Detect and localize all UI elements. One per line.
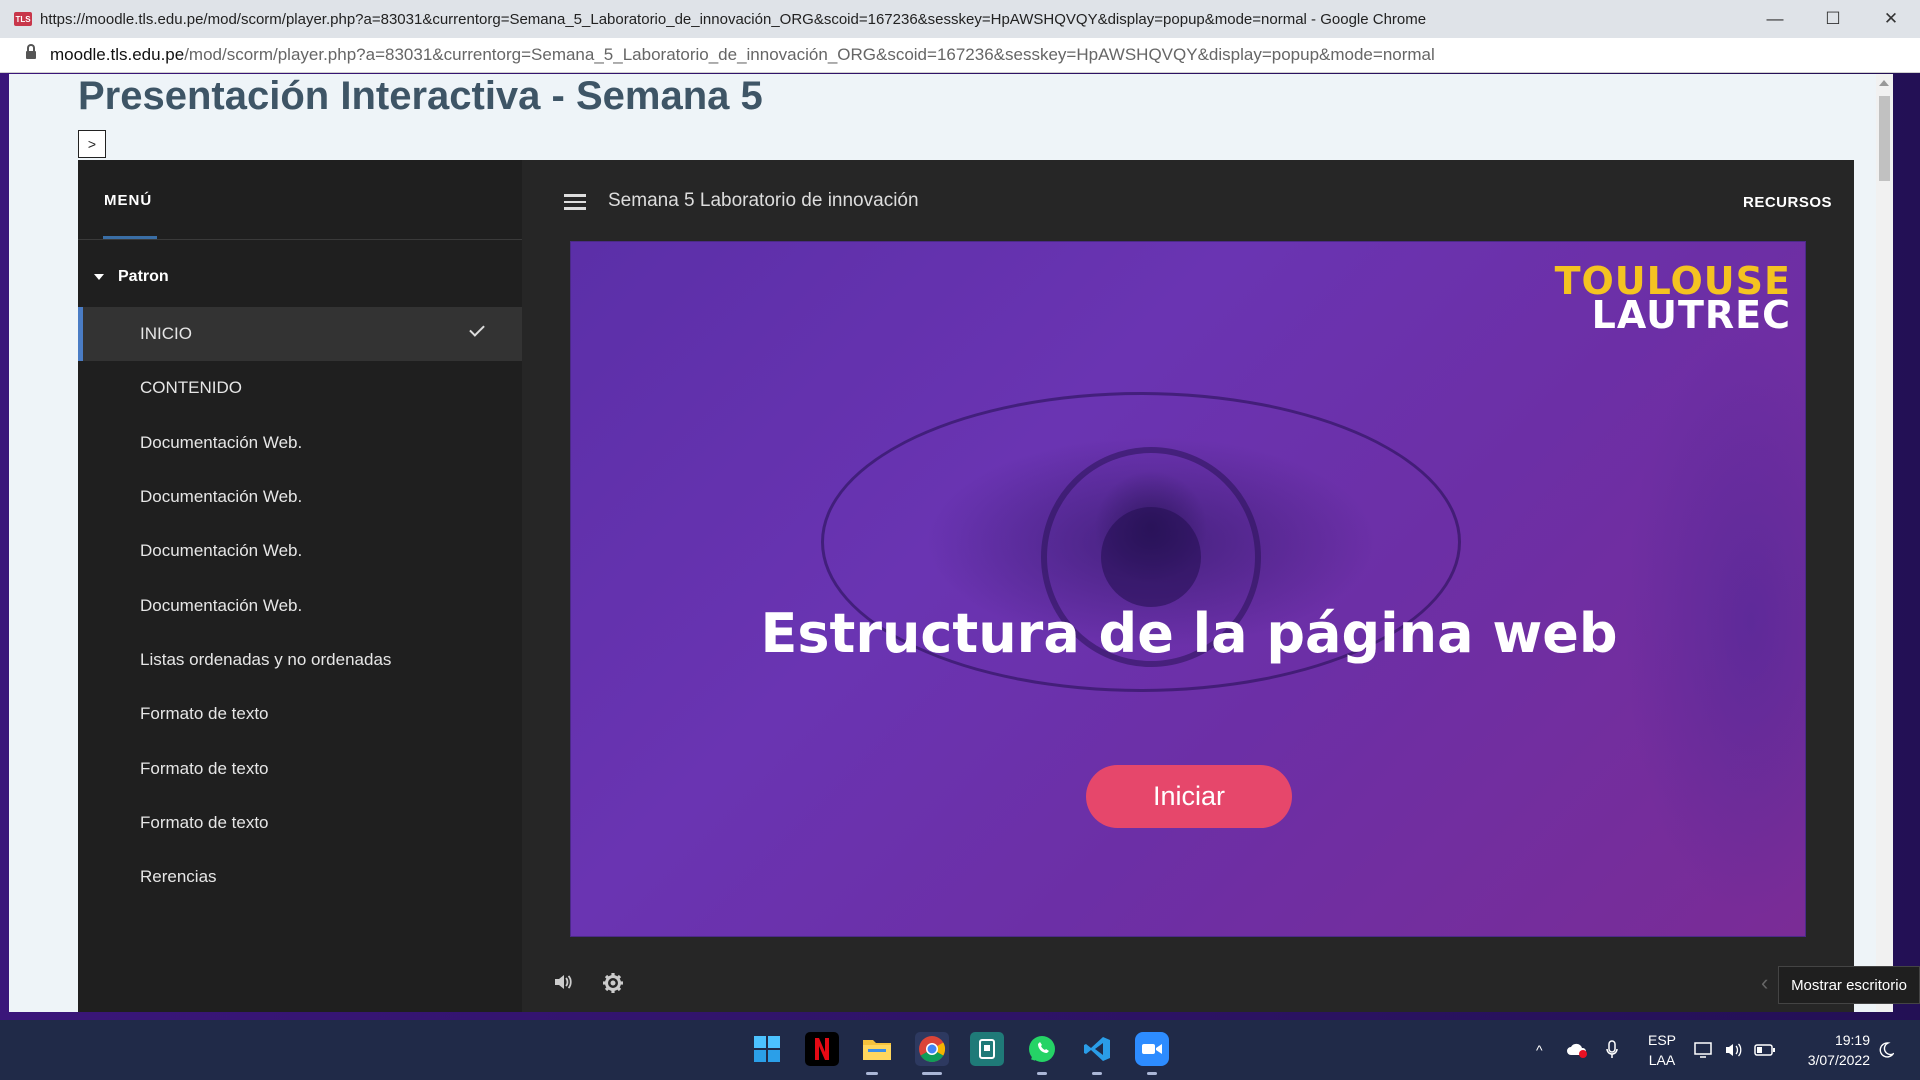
tray-overflow-icon[interactable]: ^ (1536, 1020, 1543, 1080)
focus-moon-icon[interactable] (1878, 1020, 1894, 1080)
nav-item-inicio[interactable]: INICIO (78, 307, 522, 362)
window-title: https://moodle.tls.edu.pe/mod/scorm/play… (40, 10, 1427, 28)
section-title: Patron (118, 268, 169, 285)
slide-heading: Estructura de la página web (760, 602, 1618, 665)
toggle-toc-button[interactable]: > (78, 130, 106, 158)
eye-pupil (1101, 507, 1201, 607)
vscode-icon[interactable] (1080, 1032, 1114, 1066)
slide-canvas: TOULOUSE LAUTREC Estructura de la página… (570, 241, 1806, 937)
keyboard-layout: LAA (1648, 1052, 1676, 1068)
nav-item-formato-2[interactable]: Formato de texto (78, 741, 522, 795)
close-window-button[interactable]: ✕ (1862, 0, 1920, 38)
nav-item-label: Documentación Web. (140, 487, 303, 507)
page-title: Presentación Interactiva - Semana 5 (78, 74, 763, 118)
nav-item-label: Documentación Web. (140, 432, 303, 452)
nav-item-formato-1[interactable]: Formato de texto (78, 687, 522, 741)
chrome-icon[interactable] (915, 1032, 949, 1066)
menu-divider (78, 239, 522, 240)
brand-logo-line2: LAUTREC (1591, 293, 1791, 337)
nav-item-documentacion-4[interactable]: Documentación Web. (78, 578, 522, 632)
nav-item-label: Documentación Web. (140, 541, 303, 561)
system-clock[interactable]: 19:19 3/07/2022 (1808, 1030, 1870, 1070)
nav-item-label: Formato de texto (140, 812, 269, 832)
show-desktop-tooltip: Mostrar escritorio (1778, 966, 1920, 1004)
tasks-app-icon[interactable] (970, 1032, 1004, 1066)
nav-item-label: Listas ordenadas y no ordenadas (140, 649, 392, 669)
resources-button[interactable]: RECURSOS (1743, 194, 1832, 211)
url-path: /mod/scorm/player.php?a=83031&currentorg… (184, 45, 1435, 64)
window-controls: — ☐ ✕ (1746, 0, 1920, 38)
clock-time: 19:19 (1834, 1032, 1870, 1048)
lock-icon[interactable] (26, 44, 36, 61)
page-scrollbar[interactable] (1876, 74, 1893, 1012)
vscode-running-indicator (1092, 1072, 1102, 1075)
previous-slide-icon[interactable]: ‹ (1761, 970, 1768, 996)
nav-item-formato-3[interactable]: Formato de texto (78, 796, 522, 850)
nav-item-documentacion-2[interactable]: Documentación Web. (78, 470, 522, 524)
input-language[interactable]: ESP LAA (1648, 1030, 1676, 1070)
player-sidebar: MENÚ Patron INICIO CONTENIDO Documentaci… (78, 160, 522, 1012)
volume-tray-icon[interactable] (1725, 1020, 1743, 1080)
browser-title-bar: TLS https://moodle.tls.edu.pe/mod/scorm/… (0, 0, 1920, 38)
nav-item-contenido[interactable]: CONTENIDO (78, 361, 522, 415)
language-code: ESP (1648, 1032, 1677, 1048)
microphone-icon[interactable] (1606, 1020, 1618, 1080)
file-explorer-running-indicator (866, 1072, 878, 1075)
whatsapp-icon[interactable] (1025, 1032, 1059, 1066)
site-favicon-icon: TLS (14, 12, 32, 26)
nav-item-label: CONTENIDO (140, 378, 242, 398)
menu-tab[interactable]: MENÚ (104, 192, 152, 209)
page-content: Presentación Interactiva - Semana 5 > ME… (9, 74, 1893, 1012)
settings-gear-icon[interactable] (602, 972, 624, 999)
nav-list: INICIO CONTENIDO Documentación Web. Docu… (78, 307, 522, 904)
caret-down-icon (94, 274, 104, 280)
scroll-up-icon[interactable] (1879, 80, 1889, 86)
start-button[interactable]: Iniciar (1086, 765, 1292, 828)
scorm-player: MENÚ Patron INICIO CONTENIDO Documentaci… (78, 160, 1854, 1012)
course-title: Semana 5 Laboratorio de innovación (608, 190, 919, 211)
hamburger-menu-icon[interactable] (564, 194, 586, 210)
onedrive-error-icon[interactable] (1566, 1020, 1588, 1080)
windows-start-icon[interactable] (750, 1032, 784, 1066)
windows-taskbar: ^ ESP LAA 19:19 3/07/2022 (0, 1020, 1920, 1080)
address-bar[interactable]: moodle.tls.edu.pe/mod/scorm/player.php?a… (0, 38, 1920, 73)
checkmark-icon (469, 321, 485, 337)
url-text[interactable]: moodle.tls.edu.pe/mod/scorm/player.php?a… (50, 45, 1435, 65)
file-explorer-icon[interactable] (860, 1032, 894, 1066)
netflix-icon[interactable] (805, 1032, 839, 1066)
nav-item-documentacion-3[interactable]: Documentación Web. (78, 524, 522, 578)
zoom-running-indicator (1147, 1072, 1157, 1075)
scrollbar-thumb[interactable] (1879, 96, 1890, 181)
nav-item-listas[interactable]: Listas ordenadas y no ordenadas (78, 633, 522, 687)
nav-item-label: Documentación Web. (140, 595, 303, 615)
chrome-active-indicator (922, 1072, 942, 1075)
minimize-button[interactable]: — (1746, 0, 1804, 38)
url-host: moodle.tls.edu.pe (50, 45, 185, 64)
battery-icon[interactable] (1754, 1020, 1776, 1080)
zoom-icon[interactable] (1135, 1032, 1169, 1066)
whatsapp-running-indicator (1037, 1072, 1047, 1075)
nav-item-referencias[interactable]: Rerencias (78, 850, 522, 904)
network-icon[interactable] (1694, 1020, 1714, 1080)
brand-logo: TOULOUSE LAUTREC (1555, 262, 1791, 337)
clock-date: 3/07/2022 (1807, 1052, 1870, 1068)
section-toggle[interactable]: Patron (94, 268, 169, 286)
nav-item-label: Formato de texto (140, 704, 269, 724)
nav-item-label: Rerencias (140, 867, 217, 887)
maximize-button[interactable]: ☐ (1804, 0, 1862, 38)
nav-item-documentacion-1[interactable]: Documentación Web. (78, 416, 522, 470)
nav-item-label: Formato de texto (140, 758, 269, 778)
volume-icon[interactable] (553, 973, 573, 996)
nav-item-label: INICIO (140, 324, 192, 344)
